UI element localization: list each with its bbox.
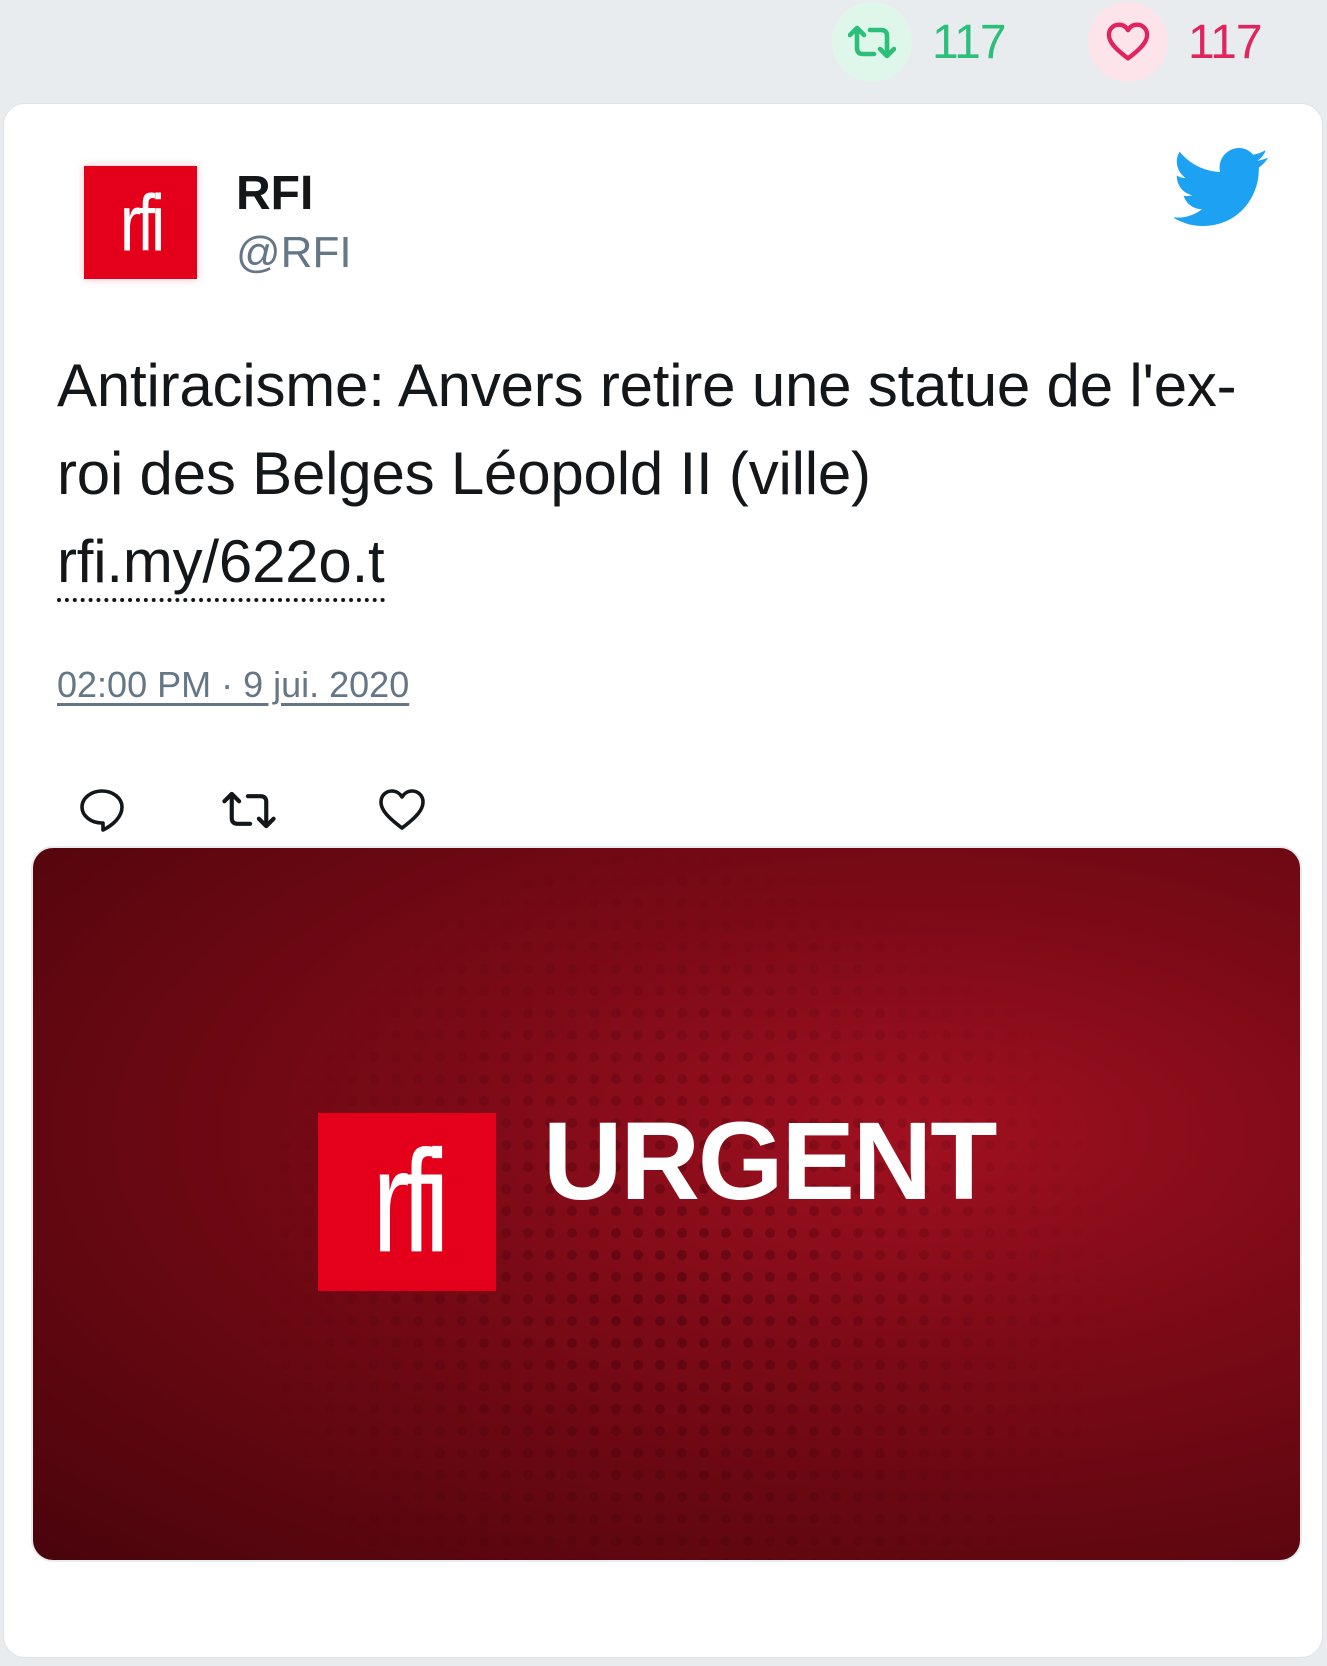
heart-icon — [1088, 2, 1168, 82]
retweet-stat[interactable]: 117 — [832, 2, 1007, 82]
rfi-logo-text: rfi — [372, 1120, 449, 1283]
retweet-icon — [220, 787, 278, 838]
tweet-card: rfi RFI @RFI Antiracisme: Anvers retire … — [3, 103, 1323, 1658]
avatar[interactable]: rfi — [84, 166, 197, 279]
tweet-link[interactable]: rfi.my/622o.t — [57, 526, 385, 602]
heart-icon — [378, 788, 426, 837]
tweet-timestamp[interactable]: 02:00 PM · 9 jui. 2020 — [57, 664, 409, 706]
author-handle[interactable]: @RFI — [236, 228, 352, 278]
engagement-stats: 117 117 — [0, 0, 1327, 100]
retweet-icon — [832, 2, 912, 82]
author-name[interactable]: RFI — [236, 166, 313, 221]
tweet-body: Antiracisme: Anvers retire une statue de… — [57, 342, 1287, 606]
rfi-logo: rfi — [318, 1113, 496, 1291]
retweet-button[interactable] — [221, 784, 277, 840]
tweet-text: Antiracisme: Anvers retire une statue de… — [57, 352, 1237, 507]
reply-button[interactable] — [74, 784, 130, 840]
media-title: URGENT — [543, 1100, 997, 1223]
twitter-bird-icon[interactable] — [1172, 148, 1270, 228]
like-stat[interactable]: 117 — [1088, 2, 1263, 82]
retweet-count: 117 — [932, 15, 1007, 69]
avatar-logo-text: rfi — [119, 177, 165, 268]
reply-icon — [78, 787, 126, 838]
like-count: 117 — [1188, 15, 1263, 69]
tweet-media-image[interactable]: rfi URGENT — [31, 846, 1302, 1562]
like-button[interactable] — [374, 784, 430, 840]
